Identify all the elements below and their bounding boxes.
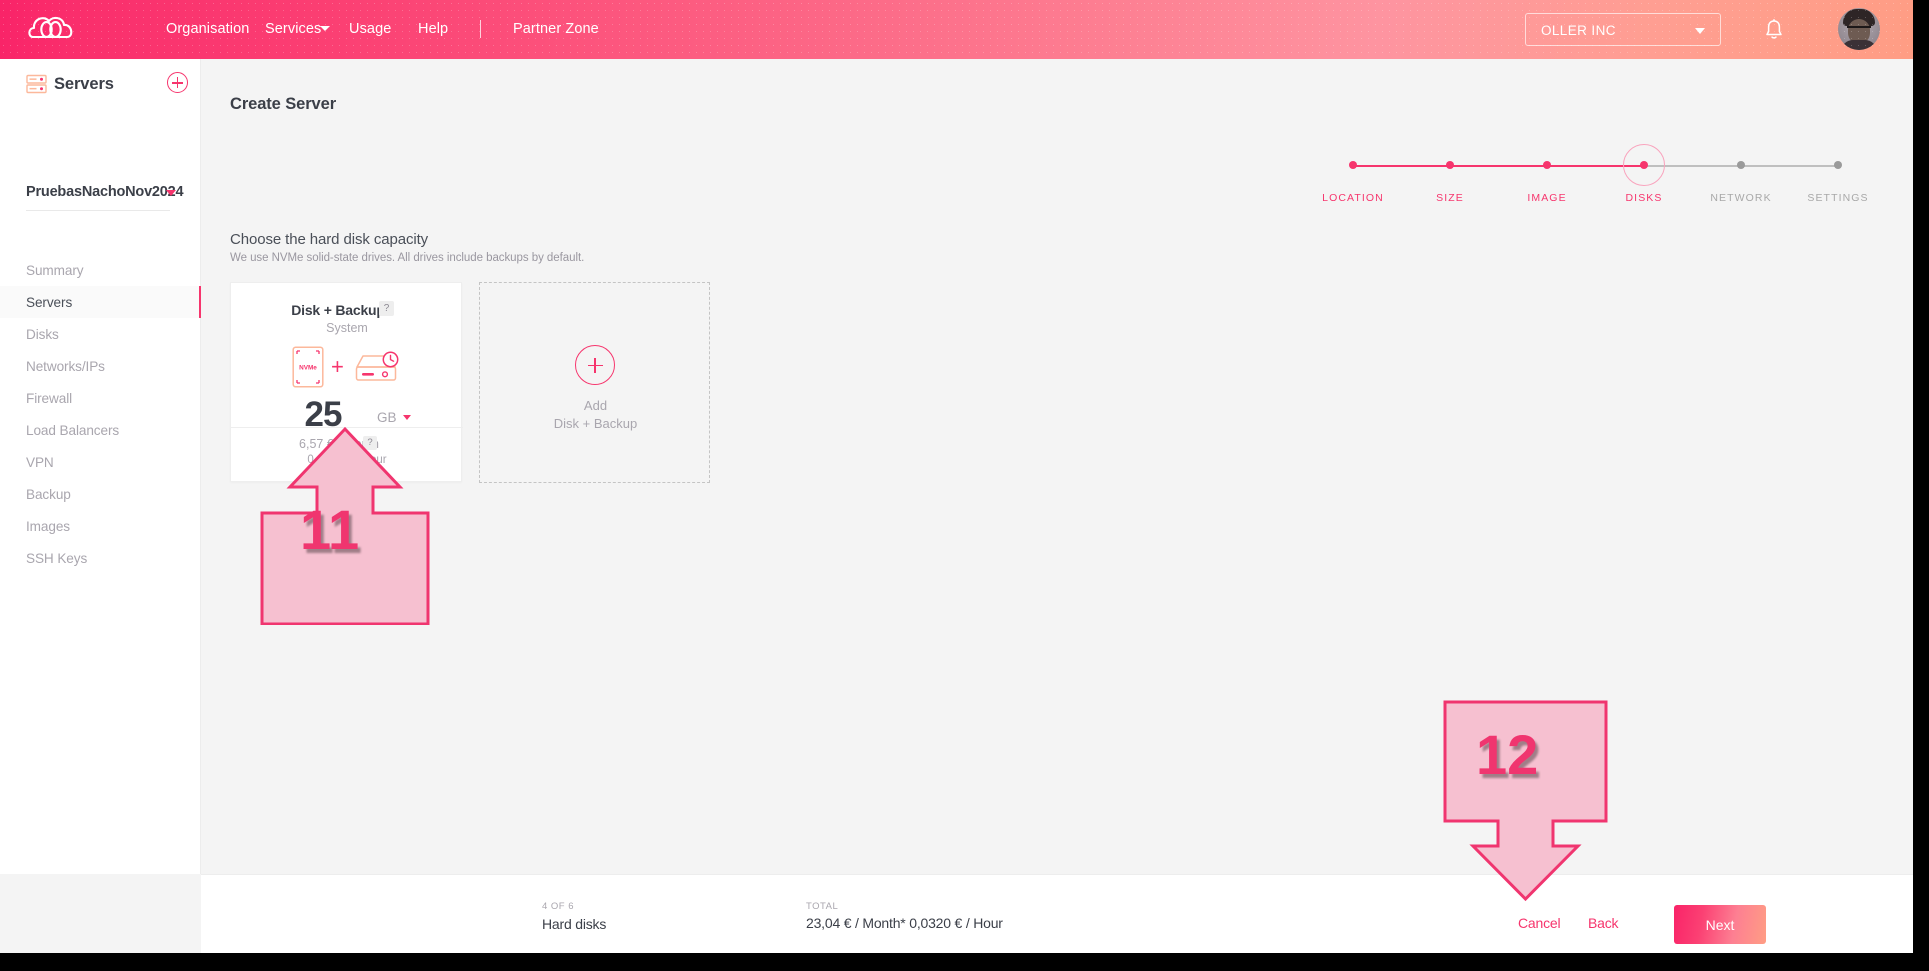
nav-organisation[interactable]: Organisation bbox=[166, 21, 249, 37]
sidebar-item-disks[interactable]: Disks bbox=[0, 318, 201, 350]
project-selector-value: PruebasNachoNov2024 bbox=[26, 184, 184, 200]
sidebar-nav: Summary Servers Disks Networks/IPs Firewall L… bbox=[0, 254, 201, 574]
sidebar-item-ssh-keys[interactable]: SSH Keys bbox=[0, 542, 201, 574]
sidebar-item-label: VPN bbox=[26, 454, 54, 470]
avatar-body bbox=[1841, 40, 1877, 50]
stepper-label-location[interactable]: LOCATION bbox=[1322, 192, 1384, 204]
project-selector[interactable]: PruebasNachoNov2024 bbox=[0, 184, 201, 224]
disk-card[interactable]: Disk + Backup ? System NVMe + 25 GB 6,57… bbox=[230, 282, 463, 482]
footer-step-name: Hard disks bbox=[542, 916, 607, 932]
stepper-label-disks[interactable]: DISKS bbox=[1625, 192, 1662, 204]
sidebar-title: Servers bbox=[54, 75, 114, 93]
disk-help-badge[interactable]: ? bbox=[379, 301, 394, 316]
stepper-dot-size[interactable] bbox=[1446, 161, 1454, 169]
disk-price-hour: 0,0091 € / Hour bbox=[307, 454, 387, 466]
footer-total-label: TOTAL bbox=[806, 901, 839, 912]
nav-divider bbox=[480, 20, 481, 38]
disk-unit-label: GB bbox=[377, 410, 397, 425]
stepper-dot-network[interactable] bbox=[1737, 161, 1745, 169]
footer-step-count: 4 OF 6 bbox=[542, 901, 575, 912]
stepper-label-size[interactable]: SIZE bbox=[1436, 192, 1464, 204]
add-disk-card[interactable]: Add Disk + Backup bbox=[479, 282, 710, 483]
caret-down-icon bbox=[166, 190, 176, 196]
sidebar-item-vpn[interactable]: VPN bbox=[0, 446, 201, 478]
sidebar-item-servers[interactable]: Servers bbox=[0, 286, 201, 318]
avatar-glasses bbox=[1847, 26, 1871, 32]
page-title: Create Server bbox=[230, 95, 337, 113]
chevron-down-icon[interactable] bbox=[320, 26, 330, 31]
disk-price-month: 6,57 € / Month bbox=[299, 437, 379, 451]
disk-card-footer: 6,57 € / Month ? 0,0091 € / Hour bbox=[231, 427, 463, 481]
top-navigation-bar: Organisation Services Usage Help Partner… bbox=[0, 0, 1913, 59]
sidebar-item-load-balancers[interactable]: Load Balancers bbox=[0, 414, 201, 446]
sidebar-item-label: Firewall bbox=[26, 390, 73, 406]
next-button[interactable]: Next bbox=[1674, 905, 1766, 944]
avatar[interactable] bbox=[1838, 8, 1880, 50]
nav-services[interactable]: Services bbox=[265, 21, 321, 37]
section-heading: Choose the hard disk capacity bbox=[230, 231, 429, 248]
disk-unit-selector[interactable]: GB bbox=[377, 409, 411, 427]
section-subtext: We use NVMe solid-state drives. All driv… bbox=[230, 252, 585, 264]
sidebar-item-label: Backup bbox=[26, 486, 71, 502]
nav-help[interactable]: Help bbox=[418, 21, 448, 37]
app-window: Organisation Services Usage Help Partner… bbox=[0, 0, 1913, 953]
stepper-dot-disks[interactable] bbox=[1640, 161, 1648, 169]
sidebar-item-backup[interactable]: Backup bbox=[0, 478, 201, 510]
server-rack-icon bbox=[26, 74, 47, 94]
add-disk-label-line2: Disk + Backup bbox=[553, 416, 638, 431]
plus-circle-icon[interactable] bbox=[167, 72, 188, 93]
sidebar: Servers PruebasNachoNov2024 Summary Serve… bbox=[0, 59, 201, 874]
sidebar-item-label: Servers bbox=[26, 294, 73, 310]
footer-total-value: 23,04 € / Month* 0,0320 € / Hour bbox=[806, 915, 1003, 931]
sidebar-item-label: Images bbox=[26, 518, 70, 534]
plus-circle-icon[interactable] bbox=[574, 345, 615, 385]
disk-card-icons: NVMe + bbox=[231, 346, 463, 388]
stepper-label-settings[interactable]: SETTINGS bbox=[1807, 192, 1868, 204]
back-button[interactable]: Back bbox=[1588, 915, 1619, 931]
cancel-button[interactable]: Cancel bbox=[1518, 915, 1561, 931]
stepper-connector bbox=[1741, 165, 1838, 167]
organisation-selector[interactable]: OLLER INC bbox=[1525, 13, 1721, 46]
add-disk-label-line1: Add bbox=[583, 398, 608, 413]
organisation-selector-value: OLLER INC bbox=[1541, 23, 1616, 38]
caret-down-icon bbox=[403, 415, 411, 420]
wizard-footer: 4 OF 6 Hard disks TOTAL 23,04 € / Month*… bbox=[201, 874, 1913, 953]
sidebar-item-firewall[interactable]: Firewall bbox=[0, 382, 201, 414]
sidebar-item-label: Load Balancers bbox=[26, 422, 120, 438]
sidebar-item-networks-ips[interactable]: Networks/IPs bbox=[0, 350, 201, 382]
stepper-dot-settings[interactable] bbox=[1834, 161, 1842, 169]
price-help-badge[interactable]: ? bbox=[363, 436, 377, 450]
bell-icon[interactable] bbox=[1763, 18, 1785, 42]
sidebar-item-label: Networks/IPs bbox=[26, 358, 105, 374]
stepper-label-network[interactable]: NETWORK bbox=[1710, 192, 1771, 204]
caret-down-icon bbox=[1695, 28, 1705, 34]
stepper-connector bbox=[1353, 165, 1450, 167]
sidebar-item-summary[interactable]: Summary bbox=[0, 254, 201, 286]
plus-icon: + bbox=[331, 354, 344, 379]
sidebar-item-images[interactable]: Images bbox=[0, 510, 201, 542]
stepper-dot-location[interactable] bbox=[1349, 161, 1357, 169]
stepper-label-image[interactable]: IMAGE bbox=[1527, 192, 1566, 204]
stepper-connector bbox=[1450, 165, 1547, 167]
disk-card-subtitle: System bbox=[326, 321, 368, 335]
stepper-dot-image[interactable] bbox=[1543, 161, 1551, 169]
main-content: Create Server LOCATION SIZE IMAGE DISKS NETW… bbox=[201, 59, 1913, 874]
sidebar-header: Servers bbox=[0, 59, 201, 104]
project-selector-underline bbox=[26, 210, 170, 211]
sidebar-item-label: Disks bbox=[26, 326, 59, 342]
sidebar-item-label: Summary bbox=[26, 262, 84, 278]
nav-usage[interactable]: Usage bbox=[349, 21, 391, 37]
sidebar-item-label: SSH Keys bbox=[26, 550, 88, 566]
wizard-stepper: LOCATION SIZE IMAGE DISKS NETWORK SETTINGS bbox=[1322, 99, 1881, 204]
backup-drive-clock-icon bbox=[352, 350, 400, 386]
nav-partner-zone[interactable]: Partner Zone bbox=[513, 21, 599, 37]
cloud-logo-icon[interactable] bbox=[27, 12, 77, 46]
nvme-disk-icon: NVMe bbox=[292, 346, 324, 388]
svg-text:NVMe: NVMe bbox=[299, 365, 317, 372]
disk-card-title: Disk + Backup bbox=[291, 302, 385, 318]
